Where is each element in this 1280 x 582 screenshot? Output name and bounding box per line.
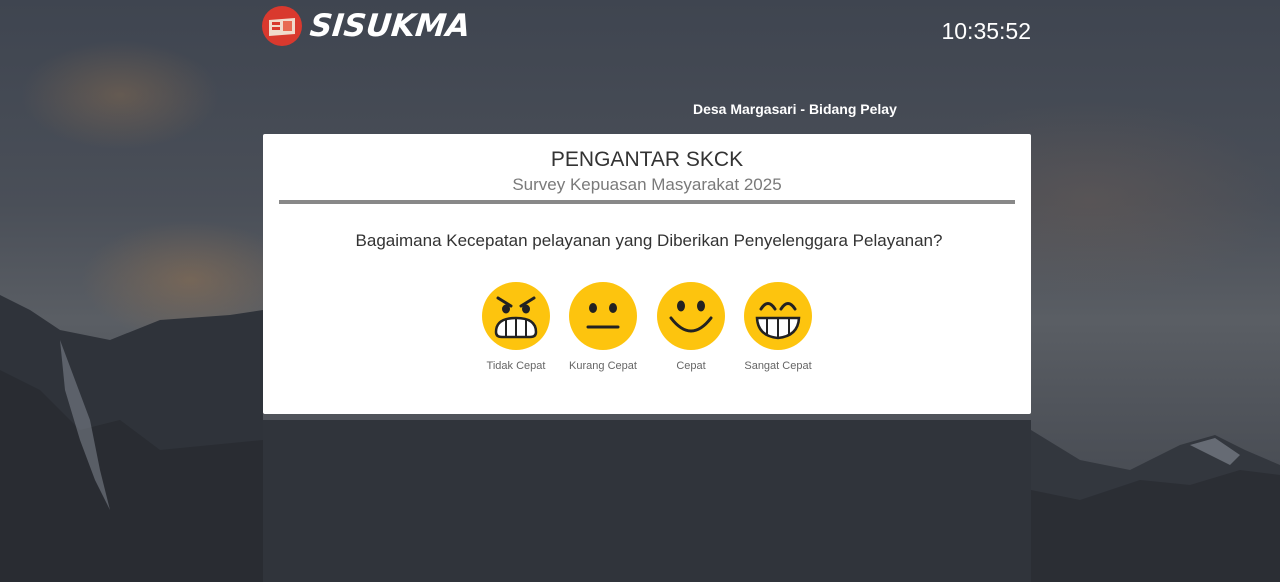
grin-face-icon: [744, 282, 812, 350]
running-text: Desa Margasari - Bidang Pelay: [693, 101, 897, 117]
rating-option-tidak-cepat[interactable]: Tidak Cepat: [471, 282, 561, 382]
clock: 10:35:52: [941, 18, 1031, 44]
survey-question: Bagaimana Kecepatan pelayanan yang Diber…: [355, 231, 943, 250]
survey-subtitle: Survey Kepuasan Masyarakat 2025: [512, 175, 782, 194]
smile-face-icon: [657, 282, 725, 350]
rating-label: Tidak Cepat: [486, 360, 546, 372]
rating-label: Kurang Cepat: [569, 360, 637, 372]
rating-label: Cepat: [676, 360, 706, 372]
rating-option-kurang-cepat[interactable]: Kurang Cepat: [558, 282, 648, 382]
rating-option-cepat[interactable]: Cepat: [646, 282, 736, 382]
cloud-glow: [20, 40, 220, 150]
neutral-face-icon: [569, 282, 637, 350]
rating-option-sangat-cepat[interactable]: Sangat Cepat: [733, 282, 823, 382]
logo-icon: [262, 6, 302, 46]
rating-options: Tidak Cepat Kurang Cepat Cepat Sangat Ce…: [263, 282, 1031, 382]
rating-label: Sangat Cepat: [744, 360, 812, 372]
survey-card: PENGANTAR SKCK Survey Kepuasan Masyaraka…: [263, 134, 1031, 414]
divider: [279, 200, 1015, 204]
app-logo[interactable]: SISUKMA: [262, 5, 473, 47]
survey-title: PENGANTAR SKCK: [550, 148, 744, 171]
app-name: SISUKMA: [308, 8, 473, 44]
angry-face-icon: [482, 282, 550, 350]
